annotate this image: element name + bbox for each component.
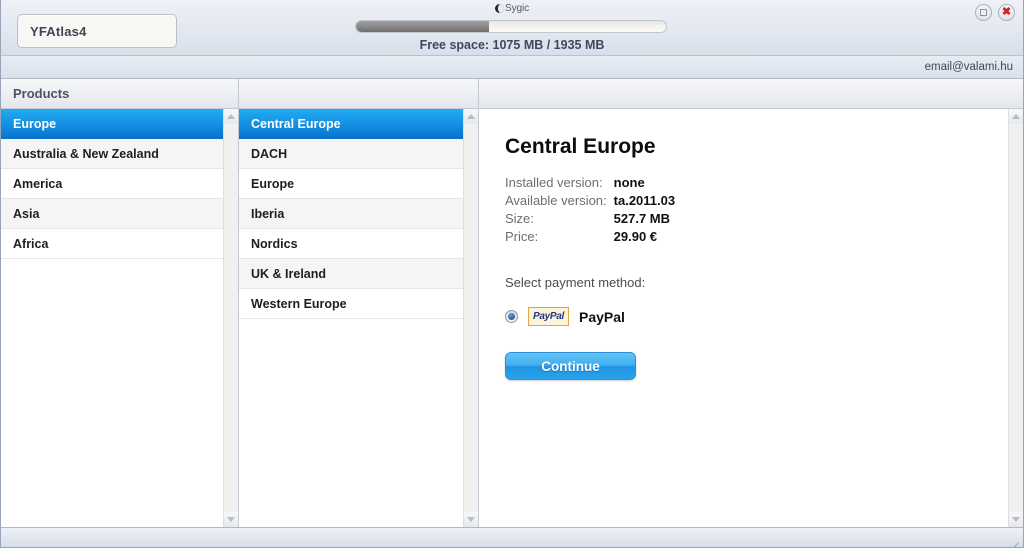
chevron-down-icon bbox=[1012, 517, 1020, 522]
detail-column-header bbox=[479, 79, 1023, 109]
region-item-label: Central Europe bbox=[251, 116, 341, 131]
status-bar bbox=[1, 527, 1023, 547]
region-item[interactable]: DACH bbox=[239, 139, 463, 169]
product-item-label: Europe bbox=[13, 116, 57, 131]
spec-value: ta.2011.03 bbox=[613, 193, 676, 208]
free-space-label: Free space: 1075 MB / 1935 MB bbox=[419, 38, 605, 52]
region-item[interactable]: Nordics bbox=[239, 229, 463, 259]
regions-column: Central Europe DACH Europe Iberia Nordics UK … bbox=[239, 79, 479, 527]
continue-button[interactable]: Continue bbox=[505, 352, 636, 380]
region-item-label: Western Europe bbox=[251, 296, 347, 311]
regions-column-header bbox=[239, 79, 478, 109]
spec-label: Installed version: bbox=[505, 175, 603, 190]
account-email[interactable]: email@valami.hu bbox=[925, 61, 1013, 73]
region-item-label: DACH bbox=[251, 146, 288, 161]
product-item[interactable]: Asia bbox=[1, 199, 223, 229]
chevron-up-icon bbox=[227, 114, 235, 119]
region-item-label: UK & Ireland bbox=[251, 266, 327, 281]
region-item[interactable]: Western Europe bbox=[239, 289, 463, 319]
resize-grip-icon[interactable] bbox=[1007, 532, 1021, 547]
paypal-logo-icon: PayPal bbox=[528, 307, 569, 326]
regions-list: Central Europe DACH Europe Iberia Nordics UK … bbox=[239, 109, 463, 527]
payment-method-options: PayPal PayPal bbox=[505, 307, 1008, 326]
detail-title: Central Europe bbox=[505, 135, 656, 158]
product-item-label: Australia & New Zealand bbox=[13, 146, 159, 161]
product-item[interactable]: America bbox=[1, 169, 223, 199]
chevron-down-icon bbox=[227, 517, 235, 522]
scroll-down-button[interactable] bbox=[464, 512, 478, 527]
detail-scrollbar[interactable] bbox=[1008, 109, 1023, 527]
main-content: Products Europe Australia & New Zealand Am… bbox=[1, 79, 1023, 527]
scroll-down-button[interactable] bbox=[224, 512, 238, 527]
restore-button[interactable] bbox=[975, 4, 992, 21]
product-item-label: America bbox=[13, 176, 63, 191]
profile-name-value: YFAtlas4 bbox=[30, 23, 87, 39]
close-button[interactable]: ✖ bbox=[998, 4, 1015, 21]
free-space-progress-bar bbox=[355, 20, 667, 33]
paypal-logo-text: PayPal bbox=[532, 311, 564, 322]
brand-logo: Sygic bbox=[1, 1, 1023, 16]
title-bar: YFAtlas4 Sygic Free space: 1075 MB / 193… bbox=[1, 0, 1023, 56]
application-window: YFAtlas4 Sygic Free space: 1075 MB / 193… bbox=[0, 0, 1024, 548]
spec-value: none bbox=[613, 175, 645, 190]
payment-method-prompt: Select payment method: bbox=[505, 275, 646, 290]
spec-row: Available version: ta.2011.03 bbox=[505, 193, 675, 211]
region-item-label: Iberia bbox=[251, 206, 285, 221]
payment-method-name: PayPal bbox=[579, 308, 625, 325]
region-item[interactable]: Europe bbox=[239, 169, 463, 199]
spec-row: Installed version: none bbox=[505, 175, 675, 193]
scrollbar-track[interactable] bbox=[224, 124, 238, 512]
products-column-header: Products bbox=[1, 79, 238, 109]
region-item-label: Nordics bbox=[251, 236, 298, 251]
products-column-title: Products bbox=[13, 86, 70, 101]
scroll-up-button[interactable] bbox=[1009, 109, 1023, 124]
product-spec-table: Installed version: none Available version:… bbox=[505, 175, 675, 247]
spec-label: Size: bbox=[505, 211, 534, 226]
scrollbar-track[interactable] bbox=[1009, 124, 1023, 512]
scrollbar-track[interactable] bbox=[464, 124, 478, 512]
spec-label: Price: bbox=[505, 229, 539, 244]
region-item-label: Europe bbox=[251, 176, 295, 191]
scroll-up-button[interactable] bbox=[224, 109, 238, 124]
spec-label: Available version: bbox=[505, 193, 607, 208]
detail-column: Central Europe Installed version: none Ava… bbox=[479, 79, 1023, 527]
radio-selected-dot bbox=[508, 313, 515, 320]
region-item[interactable]: Iberia bbox=[239, 199, 463, 229]
payment-method-row[interactable]: PayPal PayPal bbox=[505, 307, 1008, 326]
spec-value: 527.7 MB bbox=[613, 211, 671, 226]
spec-row: Size: 527.7 MB bbox=[505, 211, 675, 229]
close-icon: ✖ bbox=[1001, 6, 1012, 18]
detail-content: Central Europe Installed version: none Ava… bbox=[479, 109, 1008, 527]
products-column: Products Europe Australia & New Zealand Am… bbox=[1, 79, 239, 527]
chevron-up-icon bbox=[1012, 114, 1020, 119]
product-item-label: Asia bbox=[13, 206, 40, 221]
detail-body: Central Europe Installed version: none Ava… bbox=[479, 109, 1023, 527]
window-controls: ✖ bbox=[975, 4, 1015, 21]
product-item[interactable]: Africa bbox=[1, 229, 223, 259]
account-strip: email@valami.hu bbox=[1, 56, 1023, 79]
product-item[interactable]: Australia & New Zealand bbox=[1, 139, 223, 169]
region-item[interactable]: UK & Ireland bbox=[239, 259, 463, 289]
products-list-wrapper: Europe Australia & New Zealand America Asia… bbox=[1, 109, 238, 527]
products-scrollbar[interactable] bbox=[223, 109, 238, 527]
region-item[interactable]: Central Europe bbox=[239, 109, 463, 139]
spec-value: 29.90 € bbox=[613, 229, 658, 244]
spec-row: Price: 29.90 € bbox=[505, 229, 675, 247]
crescent-moon-icon bbox=[495, 4, 505, 13]
brand-wordmark: Sygic bbox=[505, 3, 529, 14]
restore-icon bbox=[980, 9, 987, 16]
product-item[interactable]: Europe bbox=[1, 109, 223, 139]
regions-scrollbar[interactable] bbox=[463, 109, 478, 527]
scroll-down-button[interactable] bbox=[1009, 512, 1023, 527]
product-item-label: Africa bbox=[13, 236, 49, 251]
free-space-progress-fill bbox=[356, 21, 490, 32]
regions-list-wrapper: Central Europe DACH Europe Iberia Nordics UK … bbox=[239, 109, 478, 527]
payment-method-radio[interactable] bbox=[505, 310, 518, 323]
chevron-down-icon bbox=[467, 517, 475, 522]
chevron-up-icon bbox=[467, 114, 475, 119]
scroll-up-button[interactable] bbox=[464, 109, 478, 124]
products-list: Europe Australia & New Zealand America Asia… bbox=[1, 109, 223, 527]
